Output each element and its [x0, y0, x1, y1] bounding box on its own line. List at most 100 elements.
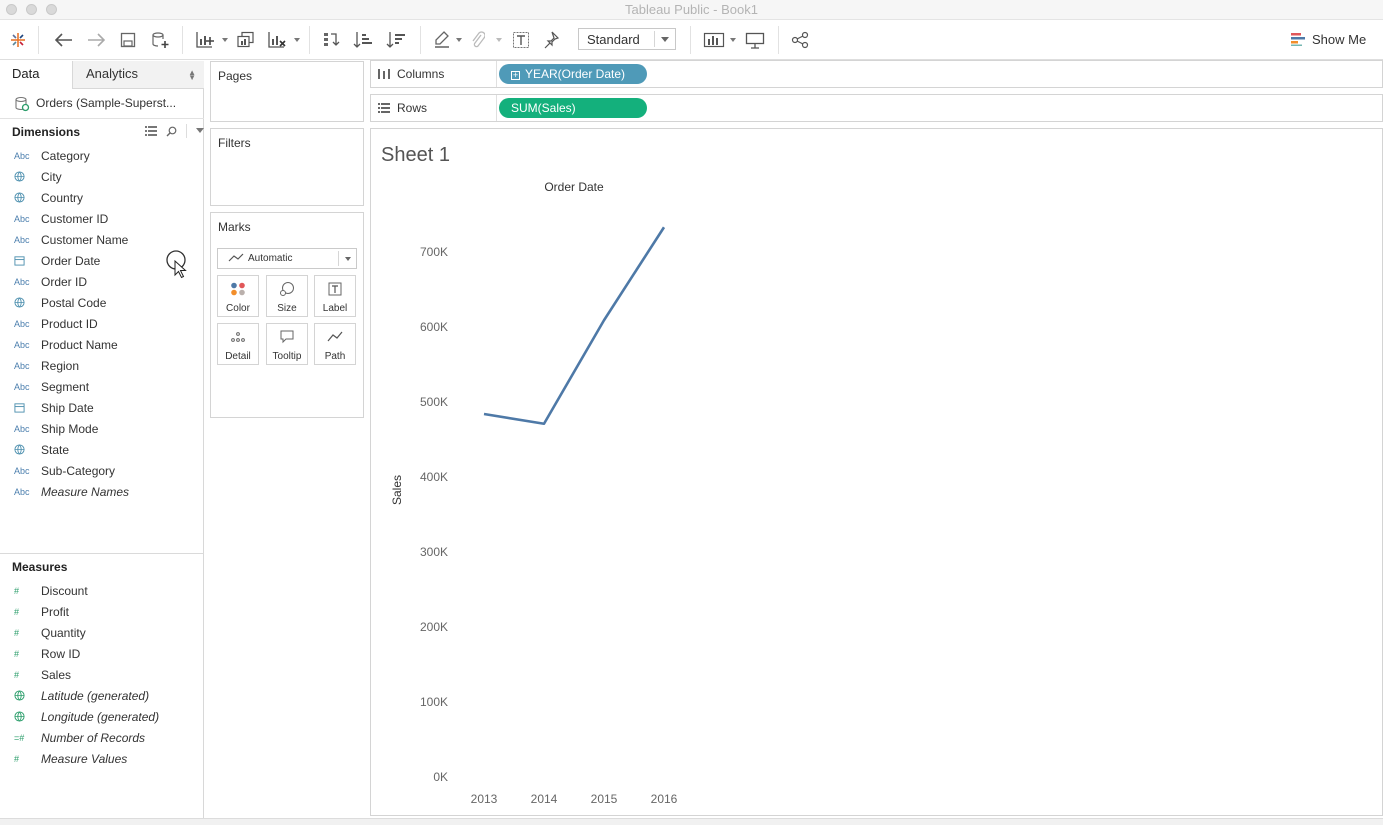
field-label: Longitude (generated): [41, 709, 160, 724]
hash-icon: #: [14, 669, 20, 680]
field-customer-id[interactable]: Abc Customer ID: [0, 208, 204, 229]
field-label: Ship Date: [41, 400, 94, 415]
detail-button[interactable]: Detail: [217, 323, 259, 365]
chevron-down-icon: [661, 37, 669, 42]
field-row-id[interactable]: # Row ID: [0, 643, 204, 664]
abc-icon: Abc: [14, 213, 30, 224]
duplicate-sheet-icon[interactable]: [235, 28, 257, 52]
field-state[interactable]: State: [0, 439, 204, 460]
field-city[interactable]: City: [0, 166, 204, 187]
clear-sheet-dropdown[interactable]: [294, 38, 300, 42]
path-button[interactable]: Path: [314, 323, 356, 365]
field-label: Measure Names: [41, 484, 130, 499]
search-icon[interactable]: [166, 126, 177, 137]
show-me-button[interactable]: Show Me: [1290, 28, 1366, 50]
sheet-view: Sheet 1 Order Date Sales 0K 100K 200K 300K 400…: [370, 128, 1383, 816]
color-button[interactable]: Color: [217, 275, 259, 317]
show-me-icon: [1291, 33, 1305, 46]
chevron-down-icon[interactable]: [196, 128, 204, 134]
highlight-dropdown[interactable]: [456, 38, 462, 42]
globe-icon: [14, 710, 32, 724]
swap-icon[interactable]: [320, 28, 342, 52]
toolbar-separator: [309, 26, 310, 54]
filters-card[interactable]: Filters: [210, 128, 364, 206]
highlight-icon[interactable]: [432, 28, 452, 52]
field-longitude[interactable]: Longitude (generated): [0, 706, 204, 727]
forward-icon[interactable]: [85, 28, 107, 52]
back-icon[interactable]: [53, 28, 75, 52]
tableau-logo-icon[interactable]: [8, 28, 28, 52]
field-measure-names[interactable]: Abc Measure Names: [0, 481, 204, 502]
field-region[interactable]: Abc Region: [0, 355, 204, 376]
chevron-down-icon: [345, 257, 351, 261]
bar-chart-icon[interactable]: [702, 28, 726, 52]
fit-select[interactable]: Standard: [578, 28, 676, 50]
field-segment[interactable]: Abc Segment: [0, 376, 204, 397]
sort-ascending-icon[interactable]: [352, 28, 374, 52]
presentation-icon[interactable]: [744, 28, 766, 52]
size-button[interactable]: Size: [266, 275, 308, 317]
field-product-id[interactable]: Abc Product ID: [0, 313, 204, 334]
detail-icon: [218, 330, 258, 344]
y-axis-label: Sales: [390, 475, 404, 505]
field-sales[interactable]: # Sales: [0, 664, 204, 685]
new-worksheet-icon[interactable]: [194, 28, 216, 52]
tab-data[interactable]: Data: [0, 61, 72, 89]
y-tick-label: 300K: [420, 545, 448, 559]
field-ship-mode[interactable]: Abc Ship Mode: [0, 418, 204, 439]
mark-type-divider: [338, 251, 339, 266]
datasource-item[interactable]: Orders (Sample-Superst...: [0, 89, 204, 119]
x-tick-label: 2016: [651, 792, 678, 806]
show-hide-cards-dropdown[interactable]: [730, 38, 736, 42]
new-worksheet-dropdown[interactable]: [222, 38, 228, 42]
globe-icon: [14, 170, 32, 184]
label-icon[interactable]: [511, 28, 531, 52]
field-number-of-records[interactable]: =# Number of Records: [0, 727, 204, 748]
globe-icon: [14, 296, 32, 310]
list-view-icon[interactable]: [145, 126, 157, 136]
field-profit[interactable]: # Profit: [0, 601, 204, 622]
field-customer-name[interactable]: Abc Customer Name: [0, 229, 204, 250]
field-label: Number of Records: [41, 730, 146, 745]
field-label: Latitude (generated): [41, 688, 150, 703]
field-label: Product ID: [41, 316, 98, 331]
field-ship-date[interactable]: Ship Date: [0, 397, 204, 418]
clear-sheet-icon[interactable]: [266, 28, 288, 52]
pin-icon[interactable]: [541, 28, 561, 52]
mark-type-select[interactable]: Automatic: [217, 248, 357, 269]
field-label: Category: [41, 148, 90, 163]
new-datasource-icon[interactable]: [149, 28, 171, 52]
tab-analytics[interactable]: Analytics ▲ ▼: [72, 61, 204, 89]
pages-card[interactable]: Pages: [210, 61, 364, 122]
line-chart: Order Date Sales 0K 100K 200K 300K 400K 500K 600…: [390, 180, 678, 806]
share-icon[interactable]: [789, 28, 811, 52]
field-postal-code[interactable]: Postal Code: [0, 292, 204, 313]
field-label: Segment: [41, 379, 90, 394]
expand-icon[interactable]: +: [511, 71, 520, 80]
tooltip-button[interactable]: Tooltip: [266, 323, 308, 365]
columns-shelf[interactable]: Columns + YEAR(Order Date): [370, 60, 1383, 88]
paperclip-dropdown[interactable]: [496, 38, 502, 42]
rows-pill[interactable]: SUM(Sales): [499, 98, 647, 118]
field-quantity[interactable]: # Quantity: [0, 622, 204, 643]
field-latitude[interactable]: Latitude (generated): [0, 685, 204, 706]
field-product-name[interactable]: Abc Product Name: [0, 334, 204, 355]
columns-pill-label: YEAR(Order Date): [525, 67, 626, 81]
field-country[interactable]: Country: [0, 187, 204, 208]
label-button[interactable]: Label: [314, 275, 356, 317]
abc-icon: Abc: [14, 318, 30, 329]
paperclip-icon[interactable]: [468, 28, 488, 52]
sort-descending-icon[interactable]: [385, 28, 407, 52]
marks-title: Marks: [218, 220, 251, 234]
rows-shelf[interactable]: Rows SUM(Sales): [370, 94, 1383, 122]
pane-divider[interactable]: [0, 553, 204, 554]
field-discount[interactable]: # Discount: [0, 580, 204, 601]
field-label: Sales: [41, 667, 72, 682]
columns-pill[interactable]: + YEAR(Order Date): [499, 64, 647, 84]
field-measure-values[interactable]: # Measure Values: [0, 748, 204, 769]
field-sub-category[interactable]: Abc Sub-Category: [0, 460, 204, 481]
field-category[interactable]: Abc Category: [0, 145, 204, 166]
measures-header: Measures: [12, 560, 68, 574]
save-icon[interactable]: [118, 28, 138, 52]
dimensions-list: Abc Category City Country Abc Customer ID …: [0, 145, 204, 502]
